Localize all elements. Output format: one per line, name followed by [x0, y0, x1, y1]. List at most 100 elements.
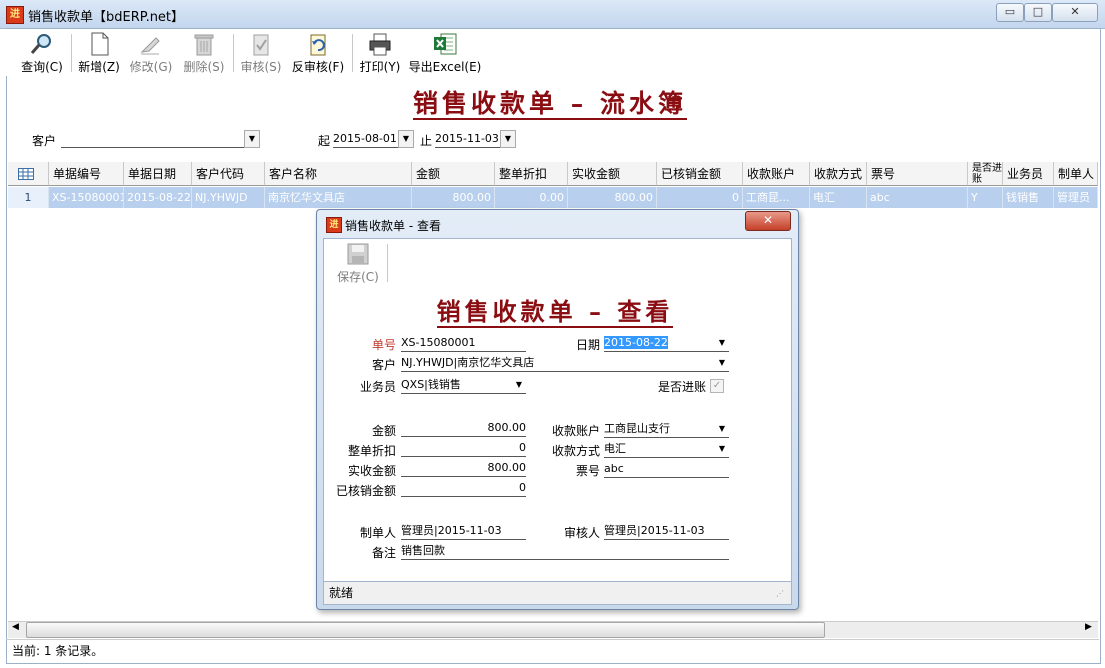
dialog-heading: 销售收款单 – 查看 — [436, 297, 674, 328]
delete-button[interactable]: 删除(S) — [181, 32, 227, 74]
grid-column-header[interactable]: 客户代码 — [192, 162, 265, 186]
received-label: 实收金额 — [347, 464, 396, 478]
method-combo[interactable]: 电汇 ▼ — [604, 441, 729, 458]
discount-label: 整单折扣 — [347, 444, 396, 458]
table-cell[interactable]: Y — [968, 187, 1003, 208]
salesman-value: QXS|钱销售 — [401, 378, 461, 391]
auditor-label: 审核人 — [563, 526, 600, 540]
amount-label: 金额 — [371, 424, 396, 438]
table-cell[interactable]: XS-15080001 — [49, 187, 124, 208]
print-button[interactable]: 打印(Y) — [357, 32, 403, 74]
account-combo[interactable]: 工商昆山支行 ▼ — [604, 421, 729, 438]
print-label: 打印(Y) — [359, 60, 401, 74]
chevron-down-icon[interactable]: ▼ — [715, 355, 729, 371]
table-cell[interactable]: 电汇 — [810, 187, 867, 208]
memo-label: 备注 — [371, 546, 396, 560]
scroll-right-arrow-icon[interactable]: ▶ — [1085, 622, 1092, 632]
dialog-title: 销售收款单 - 查看 — [345, 219, 441, 233]
grid-column-header[interactable]: 票号 — [867, 162, 968, 186]
chevron-down-icon[interactable]: ▼ — [715, 421, 729, 437]
table-cell[interactable]: 2015-08-22 — [124, 187, 192, 208]
customer-filter-label: 客户 — [32, 134, 57, 148]
search-icon — [30, 34, 51, 54]
from-date-value: 2015-08-01 — [333, 132, 397, 145]
grid-icon — [18, 168, 34, 180]
table-cell[interactable]: 管理员 — [1054, 187, 1098, 208]
table-cell[interactable]: NJ.YHWJD — [192, 187, 265, 208]
table-cell[interactable]: abc — [867, 187, 968, 208]
grid-column-header[interactable]: 制单人 — [1054, 162, 1098, 186]
chevron-down-icon[interactable]: ▼ — [715, 441, 729, 457]
query-button[interactable]: 查询(C) — [18, 32, 66, 74]
delete-label: 删除(S) — [183, 60, 225, 74]
customer-value: NJ.YHWJD|南京忆华文具店 — [401, 356, 535, 369]
edit-button[interactable]: 修改(G) — [128, 32, 174, 74]
chevron-down-icon[interactable]: ▼ — [398, 130, 414, 148]
customer-filter-combo[interactable]: ▼ — [61, 130, 260, 148]
to-date-picker[interactable]: 2015-11-03 ▼ — [435, 130, 516, 148]
grid-column-header[interactable]: 实收金额 — [568, 162, 657, 186]
doc-no-label: 单号 — [371, 338, 396, 352]
chevron-down-icon[interactable]: ▼ — [500, 130, 516, 148]
salesman-label: 业务员 — [359, 380, 396, 394]
query-label: 查询(C) — [21, 60, 63, 74]
new-label: 新增(Z) — [78, 60, 120, 74]
maker-label: 制单人 — [359, 526, 396, 540]
save-button[interactable]: 保存(C) — [335, 242, 381, 284]
new-document-icon — [91, 32, 109, 56]
page-title: 销售收款单 – 流水簿 — [413, 89, 687, 120]
audit-button[interactable]: 审核(S) — [238, 32, 284, 74]
table-cell[interactable]: 800.00 — [568, 187, 657, 208]
grid-column-header[interactable]: 单据日期 — [124, 162, 192, 186]
written-off-label: 已核销金额 — [335, 484, 396, 498]
table-cell[interactable]: 工商昆... — [743, 187, 810, 208]
from-date-picker[interactable]: 2015-08-01 ▼ — [333, 130, 414, 148]
grid-column-header[interactable]: 整单折扣 — [495, 162, 568, 186]
close-button[interactable]: ✕ — [1052, 3, 1098, 22]
to-date-value: 2015-11-03 — [435, 132, 499, 145]
chevron-down-icon[interactable]: ▼ — [715, 335, 729, 351]
resize-grip-icon[interactable]: ⋰ — [776, 589, 784, 598]
chevron-down-icon[interactable]: ▼ — [512, 377, 526, 393]
row-number-cell[interactable]: 1 — [8, 187, 49, 208]
table-cell[interactable]: 0.00 — [495, 187, 568, 208]
toolbar-separator — [233, 34, 234, 72]
account-label: 收款账户 — [551, 424, 600, 438]
scrollbar-thumb[interactable] — [26, 622, 825, 638]
salesman-combo[interactable]: QXS|钱销售 ▼ — [401, 377, 526, 394]
chevron-down-icon[interactable]: ▼ — [244, 130, 260, 148]
new-button[interactable]: 新增(Z) — [76, 32, 122, 74]
dialog-close-button[interactable]: ✕ — [745, 211, 791, 231]
table-cell[interactable]: 南京忆华文具店 — [265, 187, 412, 208]
audit-icon — [253, 34, 269, 56]
grid-column-header[interactable]: 收款账户 — [743, 162, 810, 186]
posted-checkbox[interactable]: ✓ — [710, 379, 724, 393]
excel-icon — [434, 33, 457, 55]
grid-column-header[interactable]: 客户名称 — [265, 162, 412, 186]
date-picker[interactable]: 2015-08-22 ▼ — [604, 335, 729, 352]
grid-column-header[interactable]: 单据编号 — [49, 162, 124, 186]
dialog-status-text: 就绪 — [329, 586, 354, 600]
table-cell[interactable]: 钱销售 — [1003, 187, 1054, 208]
toolbar-separator — [352, 34, 353, 72]
account-value: 工商昆山支行 — [604, 422, 670, 435]
unaudit-button[interactable]: 反审核(F) — [290, 32, 346, 74]
grid-column-header[interactable]: 已核销金额 — [657, 162, 743, 186]
export-excel-button[interactable]: 导出Excel(E) — [408, 32, 482, 74]
ticket-label: 票号 — [575, 464, 600, 478]
discount-field: 0 — [401, 440, 526, 457]
minimize-button[interactable]: ▭ — [996, 3, 1024, 22]
ticket-field: abc — [604, 461, 729, 478]
grid-column-header[interactable]: 是否进账 — [968, 162, 1003, 186]
table-cell[interactable]: 800.00 — [412, 187, 495, 208]
scroll-left-arrow-icon[interactable]: ◀ — [12, 622, 19, 632]
maximize-button[interactable]: □ — [1024, 3, 1052, 22]
grid-column-header[interactable]: 金额 — [412, 162, 495, 186]
customer-combo[interactable]: NJ.YHWJD|南京忆华文具店 ▼ — [401, 355, 729, 372]
table-cell[interactable]: 0 — [657, 187, 743, 208]
grid-column-header[interactable]: 业务员 — [1003, 162, 1054, 186]
grid-corner[interactable] — [8, 162, 49, 186]
grid-column-header[interactable]: 收款方式 — [810, 162, 867, 186]
save-icon — [347, 243, 369, 265]
from-date-label: 起 — [318, 134, 331, 148]
